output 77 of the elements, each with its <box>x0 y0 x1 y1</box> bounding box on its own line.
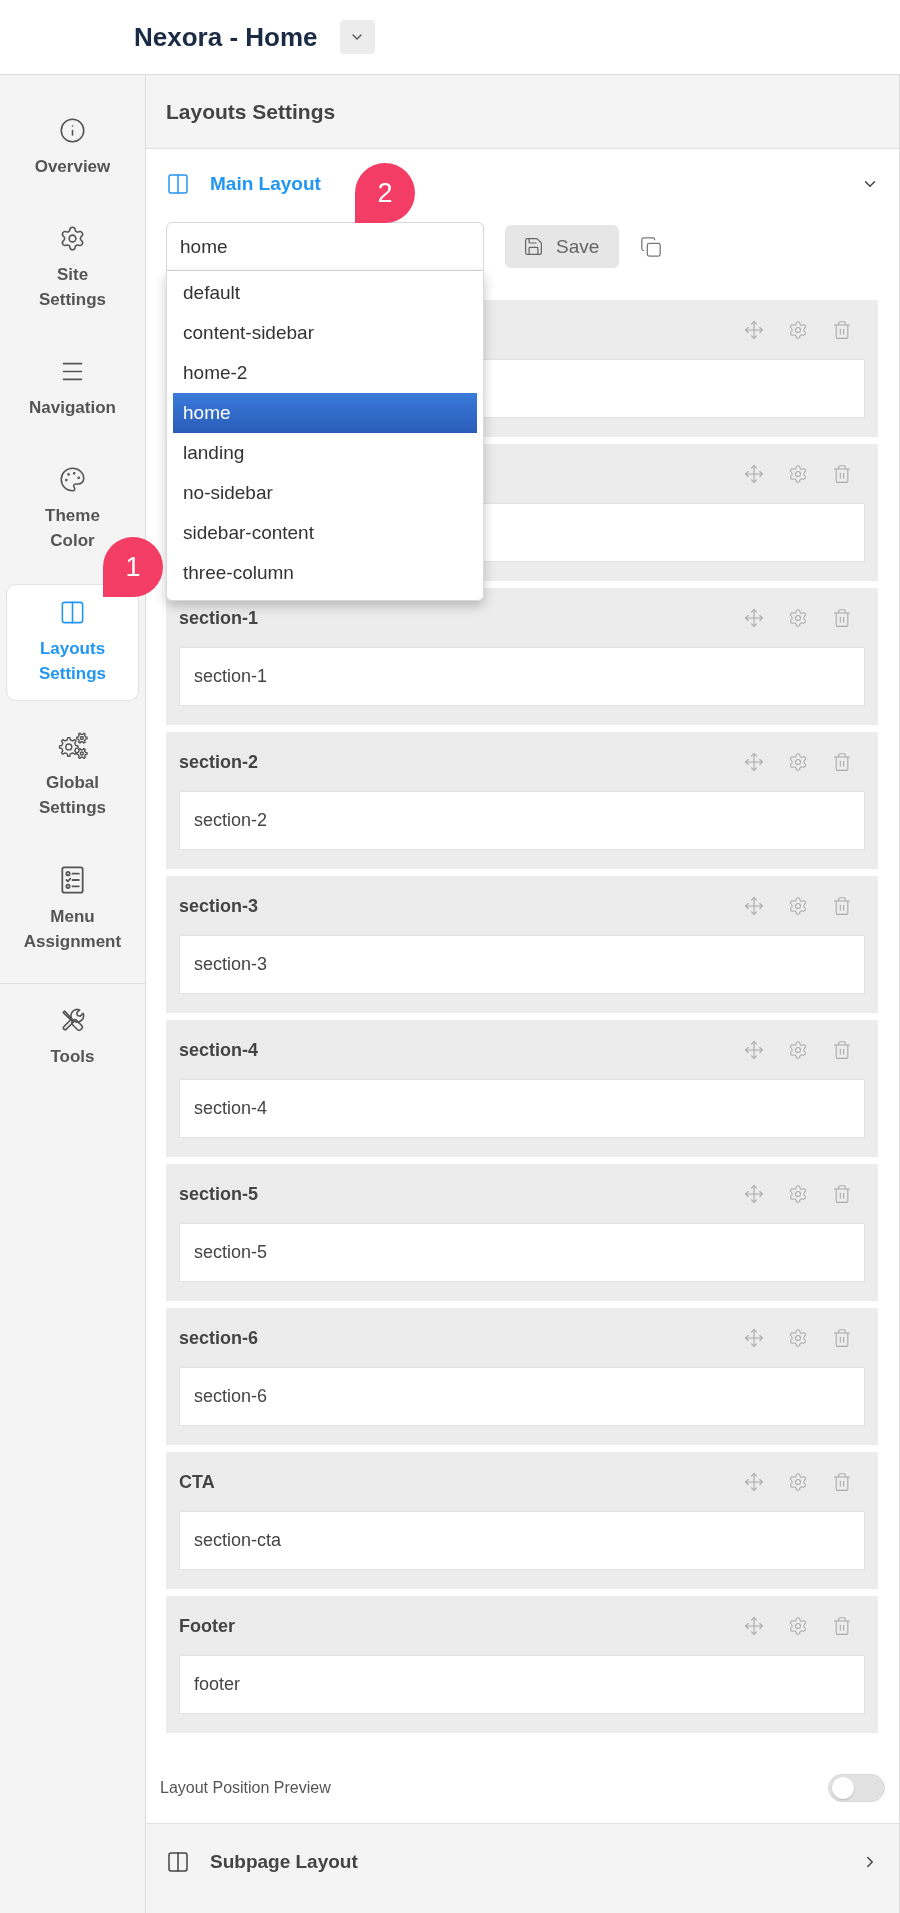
block-title: section-6 <box>179 1327 259 1349</box>
trash-icon[interactable] <box>832 1184 852 1204</box>
settings-icon[interactable] <box>788 1040 808 1060</box>
info-icon <box>59 117 86 144</box>
trash-icon[interactable] <box>832 896 852 916</box>
settings-icon[interactable] <box>788 896 808 916</box>
dropdown-option[interactable]: no-sidebar <box>173 473 477 513</box>
move-icon[interactable] <box>744 1328 764 1348</box>
dropdown-option[interactable]: default <box>173 273 477 313</box>
move-icon[interactable] <box>744 1040 764 1060</box>
text-input[interactable]: section-4 <box>179 1079 865 1138</box>
trash-icon[interactable] <box>832 320 852 340</box>
select-field[interactable]: home <box>166 222 484 271</box>
settings-icon[interactable] <box>788 752 808 772</box>
move-icon[interactable] <box>744 608 764 628</box>
move-icon[interactable] <box>744 896 764 916</box>
trash-icon[interactable] <box>832 1040 852 1060</box>
gear-icon <box>59 225 86 252</box>
block-title: section-2 <box>179 751 259 773</box>
settings-icon[interactable] <box>788 320 808 340</box>
sidebar-item[interactable]: Navigation <box>6 343 139 435</box>
settings-icon[interactable] <box>788 1472 808 1492</box>
move-icon[interactable] <box>744 464 764 484</box>
title-dropdown-button[interactable] <box>339 20 375 54</box>
block-title: section-3 <box>179 895 259 917</box>
move-icon[interactable] <box>744 1616 764 1636</box>
move-icon[interactable] <box>744 1472 764 1492</box>
settings-icon[interactable] <box>788 608 808 628</box>
checklist-icon <box>61 866 84 894</box>
text-input[interactable]: section-5 <box>179 1223 865 1282</box>
text-input[interactable]: section-3 <box>179 935 865 994</box>
sidebar-item[interactable]: Menu Assignment <box>6 851 139 969</box>
columns-icon <box>59 599 86 626</box>
text-input[interactable]: section-cta <box>179 1511 865 1570</box>
block-title: CTA <box>179 1471 215 1493</box>
toggle-label: Layout Position Preview <box>160 1779 331 1797</box>
trash-icon[interactable] <box>832 464 852 484</box>
text-input[interactable]: footer <box>179 1655 865 1714</box>
settings-icon[interactable] <box>788 1616 808 1636</box>
text-input[interactable]: section-2 <box>179 791 865 850</box>
block-title: section-5 <box>179 1183 259 1205</box>
tools-icon <box>59 1007 86 1034</box>
settings-icon[interactable] <box>788 1328 808 1348</box>
trash-icon[interactable] <box>832 1472 852 1492</box>
sidebar-item[interactable]: Tools <box>6 992 139 1084</box>
settings-icon[interactable] <box>788 1184 808 1204</box>
text-input[interactable]: section-6 <box>179 1367 865 1426</box>
save-button[interactable]: Save <box>505 225 620 268</box>
trash-icon[interactable] <box>832 608 852 628</box>
settings-icon[interactable] <box>788 464 808 484</box>
app-title: Nexora - Home <box>134 21 318 53</box>
text-input[interactable]: section-1 <box>179 647 865 706</box>
move-icon[interactable] <box>744 752 764 772</box>
toggle-switch[interactable] <box>828 1774 885 1802</box>
dropdown-option[interactable]: sidebar-content <box>173 513 477 553</box>
block-title: section-4 <box>179 1039 259 1061</box>
columns-icon <box>166 1850 190 1874</box>
block-title: Footer <box>179 1615 235 1637</box>
palette-icon <box>59 466 86 493</box>
dropdown-option[interactable]: home-2 <box>173 353 477 393</box>
sidebar-item[interactable]: Overview <box>6 102 139 194</box>
accordion-header[interactable]: Subpage Layout <box>146 1824 899 1900</box>
gears-icon <box>57 732 88 760</box>
dropdown-option[interactable]: three-column <box>173 553 477 593</box>
sidebar-item[interactable]: Global Settings <box>6 717 139 835</box>
columns-icon <box>166 172 190 196</box>
copy-icon[interactable] <box>640 235 663 258</box>
dropdown-option[interactable]: content-sidebar <box>173 313 477 353</box>
block-title: section-1 <box>179 607 259 629</box>
trash-icon[interactable] <box>832 1616 852 1636</box>
dropdown-option[interactable]: landing <box>173 433 477 473</box>
dropdown-option[interactable]: home <box>173 393 477 433</box>
move-icon[interactable] <box>744 320 764 340</box>
trash-icon[interactable] <box>832 752 852 772</box>
move-icon[interactable] <box>744 1184 764 1204</box>
sidebar-item[interactable]: Site Settings <box>6 210 139 327</box>
trash-icon[interactable] <box>832 1328 852 1348</box>
